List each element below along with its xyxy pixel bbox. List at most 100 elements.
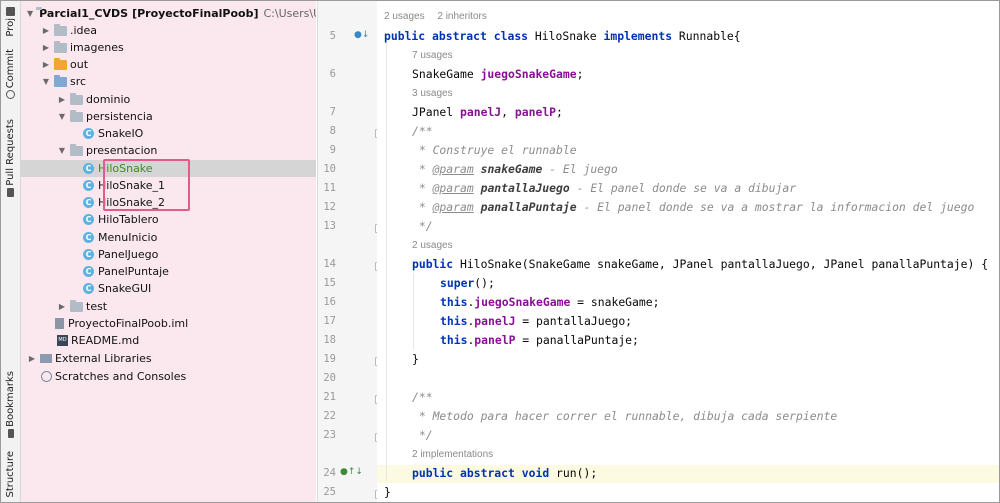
source-folder-icon bbox=[54, 74, 67, 87]
usages-hint[interactable]: 7 usages bbox=[412, 49, 453, 63]
code-line-21: /** bbox=[412, 390, 433, 404]
chevron-right-icon[interactable]: ▶ bbox=[41, 43, 51, 52]
line-number: 5 bbox=[329, 30, 336, 42]
code-line-9: * Construye el runnable bbox=[412, 143, 577, 157]
code-line-19: } bbox=[412, 352, 419, 366]
usages-hint[interactable]: 3 usages bbox=[412, 87, 453, 101]
tree-item-label: .idea bbox=[70, 24, 98, 37]
tree-row-iml[interactable]: ProyectoFinalPoob.iml bbox=[21, 315, 316, 332]
pull-request-icon bbox=[7, 187, 14, 197]
class-icon: C bbox=[83, 249, 94, 260]
class-icon: C bbox=[83, 232, 94, 243]
line-number: 16 bbox=[323, 296, 336, 308]
code-line-17: this.panelJ = pantallaJuego; bbox=[440, 314, 633, 328]
commit-icon bbox=[6, 90, 15, 100]
code-line-6: SnakeGame juegoSnakeGame; bbox=[412, 67, 584, 81]
tree-item-label: imagenes bbox=[70, 41, 124, 54]
markdown-file-icon: MD bbox=[57, 335, 68, 346]
tree-row-dominio[interactable]: ▶ dominio bbox=[21, 91, 316, 108]
code-line-7: JPanel panelJ, panelP; bbox=[412, 105, 563, 119]
tree-row-hilotablero[interactable]: C HiloTablero bbox=[21, 211, 316, 228]
folder-icon bbox=[70, 299, 83, 312]
tree-item-label: test bbox=[86, 300, 108, 313]
tree-item-label: MenuInicio bbox=[98, 231, 158, 244]
tree-item-label: SnakeIO bbox=[98, 127, 144, 140]
project-tree-panel: ▼ Parcial1_CVDS [ProyectoFinalPoob] C:\U… bbox=[21, 1, 316, 502]
tree-item-label: Scratches and Consoles bbox=[55, 370, 187, 383]
line-number: 20 bbox=[323, 372, 336, 384]
line-number: 23 bbox=[323, 429, 336, 441]
line-number: 12 bbox=[323, 201, 336, 213]
usages-hint[interactable]: 2 usages bbox=[412, 239, 453, 253]
tree-row-idea[interactable]: ▶ .idea bbox=[21, 22, 316, 39]
tree-row-scratches[interactable]: Scratches and Consoles bbox=[21, 368, 316, 385]
chevron-down-icon[interactable]: ▼ bbox=[27, 9, 33, 18]
line-number: 18 bbox=[323, 334, 336, 346]
code-line-16: this.juegoSnakeGame = snakeGame; bbox=[440, 295, 660, 309]
tree-item-label: ProyectoFinalPoob.iml bbox=[68, 317, 189, 330]
folder-icon bbox=[6, 7, 15, 16]
chevron-down-icon[interactable]: ▼ bbox=[41, 77, 51, 86]
tree-item-label: PanelPuntaje bbox=[98, 265, 169, 278]
implementations-hint[interactable]: 2 implementations bbox=[412, 448, 493, 462]
pull-requests-tool-button[interactable]: Pull Requests bbox=[1, 119, 20, 199]
code-line-11: * @param pantallaJuego - El panel donde … bbox=[412, 181, 797, 195]
code-line-15: super(); bbox=[440, 276, 495, 290]
line-number: 21 bbox=[323, 391, 336, 403]
tree-row-panelpuntaje[interactable]: C PanelPuntaje bbox=[21, 263, 316, 280]
chevron-down-icon[interactable]: ▼ bbox=[57, 146, 67, 155]
code-line-24: public abstract void run(); bbox=[412, 466, 598, 480]
code-line-25: } bbox=[384, 485, 391, 499]
indent-guide bbox=[386, 41, 387, 481]
tree-row-snakeio[interactable]: C SnakeIO bbox=[21, 125, 316, 142]
tree-row-test[interactable]: ▶ test bbox=[21, 298, 316, 315]
tree-row-presentacion[interactable]: ▼ presentacion bbox=[21, 142, 316, 159]
tree-row-menuinicio[interactable]: C MenuInicio bbox=[21, 229, 316, 246]
class-icon: C bbox=[83, 266, 94, 277]
tree-row-external-libraries[interactable]: ▶ External Libraries bbox=[21, 350, 316, 367]
commit-tool-button[interactable]: Commit bbox=[1, 49, 20, 101]
tree-row-readme[interactable]: MD README.md bbox=[21, 332, 316, 349]
tree-row-root[interactable]: ▼ Parcial1_CVDS [ProyectoFinalPoob] C:\U… bbox=[21, 5, 316, 22]
line-number: 19 bbox=[323, 353, 336, 365]
structure-tool-button[interactable]: Structure bbox=[1, 451, 20, 498]
tree-row-src[interactable]: ▼ src bbox=[21, 73, 316, 90]
implemented-icon[interactable]: ●↓ bbox=[354, 30, 369, 40]
line-number: 14 bbox=[323, 258, 336, 270]
project-tool-button[interactable]: Proj bbox=[1, 5, 20, 37]
chevron-down-icon[interactable]: ▼ bbox=[57, 112, 67, 121]
tree-row-out[interactable]: ▶ out bbox=[21, 56, 316, 73]
tree-row-persistencia[interactable]: ▼ persistencia bbox=[21, 108, 316, 125]
line-number: 7 bbox=[329, 106, 336, 118]
usages-hint[interactable]: 2 usages 2 inheritors bbox=[384, 10, 487, 24]
indent-guide bbox=[413, 273, 414, 349]
class-icon: C bbox=[83, 283, 94, 294]
tree-row-paneljuego[interactable]: C PanelJuego bbox=[21, 246, 316, 263]
inheritors-hint-text[interactable]: 2 inheritors bbox=[437, 11, 486, 22]
chevron-right-icon[interactable]: ▶ bbox=[41, 26, 51, 35]
line-number: 11 bbox=[323, 182, 336, 194]
chevron-right-icon[interactable]: ▶ bbox=[27, 354, 37, 363]
code-line-12: * @param panallaPuntaje - El panel donde… bbox=[412, 200, 975, 214]
line-number: 6 bbox=[329, 68, 336, 80]
chevron-right-icon[interactable]: ▶ bbox=[57, 95, 67, 104]
chevron-right-icon[interactable]: ▶ bbox=[57, 302, 67, 311]
tree-item-label: README.md bbox=[71, 334, 140, 347]
bookmarks-tool-button[interactable]: Bookmarks bbox=[1, 371, 20, 440]
tool-window-strip: Proj Commit Pull Requests Bookmarks Stru… bbox=[1, 1, 21, 502]
tree-row-snakegui[interactable]: C SnakeGUI bbox=[21, 280, 316, 297]
class-icon: C bbox=[83, 180, 94, 191]
line-number: 8 bbox=[329, 125, 336, 137]
code-editor[interactable]: 2 usages 2 inheritors public abstract cl… bbox=[377, 1, 999, 502]
root-module-name: [ProyectoFinalPoob] bbox=[132, 7, 259, 20]
structure-tool-label: Structure bbox=[5, 451, 16, 498]
class-icon: C bbox=[83, 163, 94, 174]
code-line-22: * Metodo para hacer correr el runnable, … bbox=[412, 409, 838, 423]
tree-row-imagenes[interactable]: ▶ imagenes bbox=[21, 39, 316, 56]
tree-item-label: SnakeGUI bbox=[98, 282, 152, 295]
usages-hint-text: 2 usages bbox=[384, 11, 425, 22]
override-icon[interactable]: ●↑↓ bbox=[340, 467, 363, 477]
code-line-14: public HiloSnake(SnakeGame snakeGame, JP… bbox=[412, 257, 989, 271]
highlight-box bbox=[103, 159, 190, 211]
chevron-right-icon[interactable]: ▶ bbox=[41, 60, 51, 69]
